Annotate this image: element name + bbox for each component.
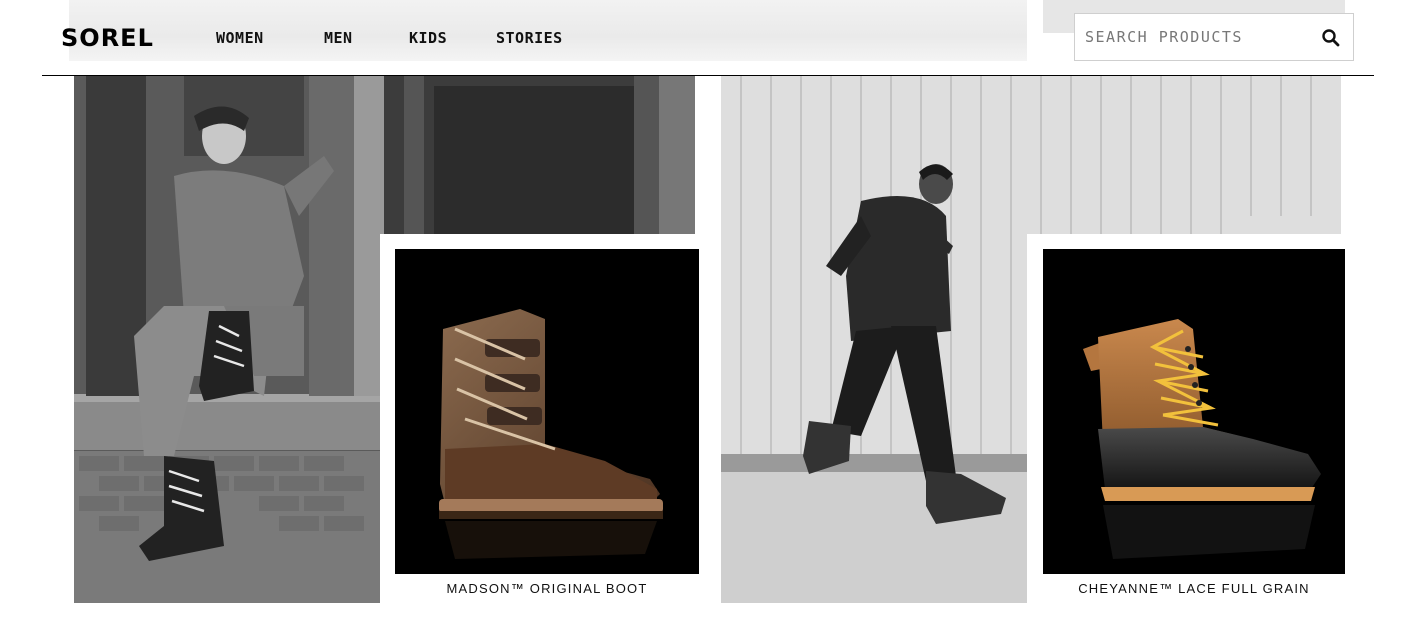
product-caption-cheyanne[interactable]: CHEYANNE™ LACE FULL GRAIN bbox=[1043, 582, 1345, 596]
product-image-madson-boot[interactable] bbox=[395, 249, 699, 574]
product-caption-madson[interactable]: MADSON™ ORIGINAL BOOT bbox=[395, 582, 699, 596]
sorel-logo[interactable]: SOREL bbox=[61, 24, 154, 52]
search-box bbox=[1074, 13, 1354, 61]
nav-item-stories[interactable]: STORIES bbox=[496, 29, 563, 47]
search-icon[interactable] bbox=[1321, 28, 1341, 48]
nav-item-kids[interactable]: KIDS bbox=[409, 29, 447, 47]
nav-item-women[interactable]: WOMEN bbox=[216, 29, 264, 47]
search-input[interactable] bbox=[1075, 14, 1315, 60]
product-image-cheyanne-boot[interactable] bbox=[1043, 249, 1345, 574]
nav-item-men[interactable]: MEN bbox=[324, 29, 353, 47]
